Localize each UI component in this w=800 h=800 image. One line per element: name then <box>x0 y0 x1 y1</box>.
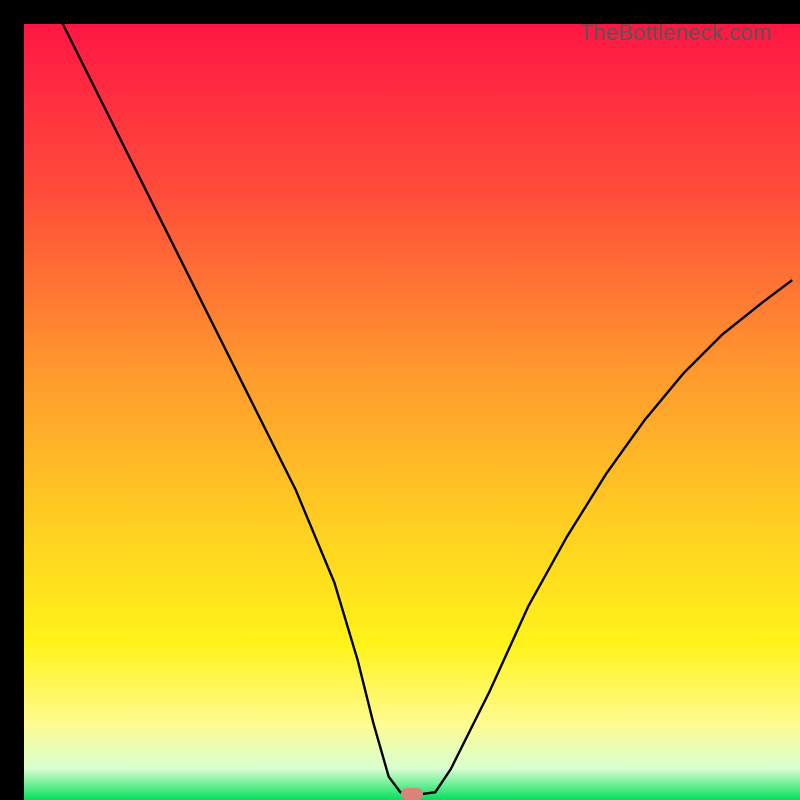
gradient-background <box>24 24 800 800</box>
watermark-text: TheBottleneck.com <box>580 20 772 46</box>
chart-frame: TheBottleneck.com <box>12 12 788 788</box>
optimal-point-marker <box>401 788 423 800</box>
bottleneck-chart <box>24 24 800 800</box>
plot-area <box>24 24 800 800</box>
